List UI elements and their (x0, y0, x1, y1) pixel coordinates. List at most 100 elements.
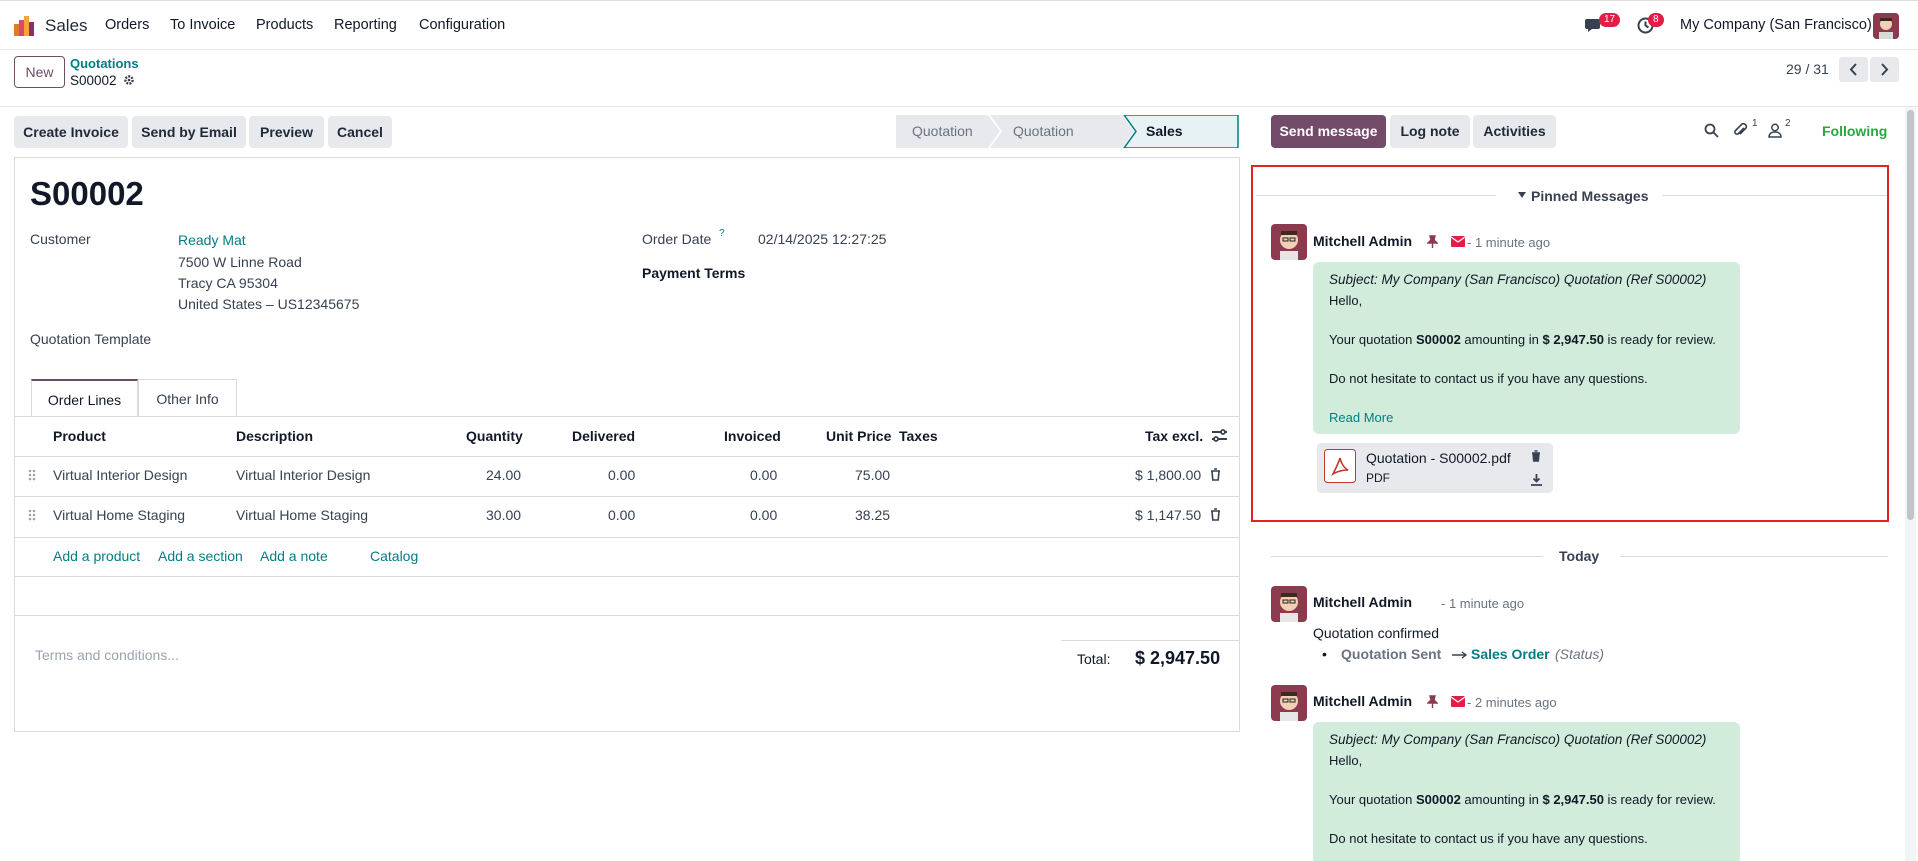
menu-reporting[interactable]: Reporting (334, 17, 397, 33)
line-product[interactable]: Virtual Home Staging (53, 507, 185, 523)
line-delivered[interactable]: 0.00 (608, 467, 635, 483)
bullet: • (1322, 646, 1327, 662)
message-author[interactable]: Mitchell Admin (1313, 233, 1412, 249)
author-avatar[interactable] (1271, 224, 1307, 260)
column-quantity[interactable]: Quantity (466, 428, 523, 444)
catalog-link[interactable]: Catalog (370, 548, 418, 564)
customer-link[interactable]: Ready Mat (178, 232, 246, 248)
breadcrumb-quotations[interactable]: Quotations (70, 56, 139, 71)
customer-address-line1: 7500 W Linne Road (178, 254, 302, 270)
column-tax-excl[interactable]: Tax excl. (1145, 428, 1203, 444)
tab-other-info[interactable]: Other Info (138, 379, 237, 417)
separator-line (1620, 556, 1888, 557)
sales-app-icon[interactable] (13, 15, 35, 37)
stage-sales-order[interactable]: Sales Order (1146, 115, 1184, 172)
line-unit-price[interactable]: 75.00 (855, 467, 890, 483)
new-button[interactable]: New (14, 56, 65, 88)
log-note-button[interactable]: Log note (1390, 115, 1470, 148)
line-quantity[interactable]: 30.00 (486, 507, 521, 523)
customer-address-line3: United States – US12345675 (178, 296, 360, 312)
message-bubble (1313, 262, 1740, 434)
arrow-right-icon (1452, 651, 1468, 659)
pin-icon[interactable] (1427, 235, 1438, 248)
column-delivered[interactable]: Delivered (572, 428, 635, 444)
add-note-link[interactable]: Add a note (260, 548, 328, 564)
search-icon[interactable] (1704, 123, 1719, 138)
stage-quotation-sent[interactable]: Quotation Sent (1013, 115, 1074, 172)
column-description[interactable]: Description (236, 428, 313, 444)
menu-to-invoice[interactable]: To Invoice (170, 17, 235, 33)
line-description[interactable]: Virtual Interior Design (236, 467, 370, 483)
add-section-link[interactable]: Add a section (158, 548, 243, 564)
followers-icon[interactable] (1768, 123, 1782, 138)
messages-badge: 17 (1599, 13, 1621, 27)
send-by-email-button[interactable]: Send by Email (132, 116, 246, 148)
trash-icon[interactable] (1210, 468, 1221, 481)
author-avatar[interactable] (1271, 685, 1307, 721)
user-avatar[interactable] (1873, 13, 1899, 39)
column-invoiced[interactable]: Invoiced (724, 428, 781, 444)
tab-order-lines[interactable]: Order Lines (31, 379, 138, 417)
column-unit-price[interactable]: Unit Price (826, 428, 891, 444)
trash-icon[interactable] (1210, 508, 1221, 521)
scrollbar-thumb[interactable] (1907, 110, 1914, 520)
message-author[interactable]: Mitchell Admin (1313, 594, 1412, 610)
trash-icon[interactable] (1531, 450, 1541, 462)
pinned-messages-title[interactable]: Pinned Messages (1531, 188, 1649, 204)
message-author[interactable]: Mitchell Admin (1313, 693, 1412, 709)
line-description[interactable]: Virtual Home Staging (236, 507, 368, 523)
followers-count: 2 (1785, 118, 1791, 129)
envelope-icon[interactable] (1451, 696, 1465, 707)
line-quantity[interactable]: 24.00 (486, 467, 521, 483)
drag-handle-icon[interactable] (28, 509, 36, 521)
table-row-divider (14, 496, 1240, 497)
order-date-label: Order Date (642, 231, 712, 247)
table-footer-divider (14, 615, 1240, 616)
pin-icon[interactable] (1427, 695, 1438, 708)
customer-label: Customer (30, 231, 91, 247)
pager-next-button[interactable] (1870, 57, 1899, 82)
message-body: Your quotation S00002 amounting in $ 2,9… (1329, 792, 1716, 807)
drag-handle-icon[interactable] (28, 469, 36, 481)
app-name[interactable]: Sales (45, 16, 88, 36)
order-date-help-tooltip[interactable]: ? (719, 228, 725, 239)
add-product-link[interactable]: Add a product (53, 548, 140, 564)
top-navbar: Sales Orders To Invoice Products Reporti… (0, 0, 1918, 50)
company-switcher[interactable]: My Company (San Francisco) (1680, 17, 1872, 33)
optional-columns-toggle-icon[interactable] (1211, 428, 1228, 443)
stage-quotation[interactable]: Quotation (912, 115, 973, 148)
order-date-value[interactable]: 02/14/2025 12:27:25 (758, 231, 886, 247)
author-avatar[interactable] (1271, 586, 1307, 622)
paperclip-icon[interactable] (1733, 122, 1748, 138)
read-more-link[interactable]: Read More (1329, 410, 1393, 425)
column-taxes[interactable]: Taxes (899, 428, 938, 444)
customer-address-line2: Tracy CA 95304 (178, 275, 278, 291)
pager-previous-button[interactable] (1839, 57, 1868, 82)
payment-terms-label: Payment Terms (642, 265, 746, 281)
send-message-button[interactable]: Send message (1271, 115, 1386, 148)
column-product[interactable]: Product (53, 428, 106, 444)
menu-products[interactable]: Products (256, 17, 313, 33)
terms-conditions-input[interactable]: Terms and conditions... (35, 647, 179, 663)
gear-icon[interactable] (123, 74, 135, 86)
cancel-button[interactable]: Cancel (328, 116, 392, 148)
table-row-divider (14, 576, 1240, 577)
message-greeting: Hello, (1329, 293, 1363, 308)
following-toggle[interactable]: Following (1822, 123, 1887, 139)
envelope-icon[interactable] (1451, 236, 1465, 247)
separator-line (1256, 195, 1496, 196)
menu-orders[interactable]: Orders (105, 17, 149, 33)
attachment-name[interactable]: Quotation - S00002.pdf (1366, 450, 1511, 466)
create-invoice-button[interactable]: Create Invoice (14, 116, 128, 148)
pager-value[interactable]: 29 / 31 (1786, 61, 1829, 77)
line-product[interactable]: Virtual Interior Design (53, 467, 187, 483)
preview-button[interactable]: Preview (249, 116, 324, 148)
table-row-divider (14, 537, 1240, 538)
activities-button[interactable]: Activities (1473, 115, 1556, 148)
line-unit-price[interactable]: 38.25 (855, 507, 890, 523)
caret-down-icon[interactable] (1518, 192, 1526, 198)
chevron-left-icon (1849, 63, 1857, 76)
line-delivered[interactable]: 0.00 (608, 507, 635, 523)
download-icon[interactable] (1531, 474, 1542, 486)
menu-configuration[interactable]: Configuration (419, 17, 505, 33)
